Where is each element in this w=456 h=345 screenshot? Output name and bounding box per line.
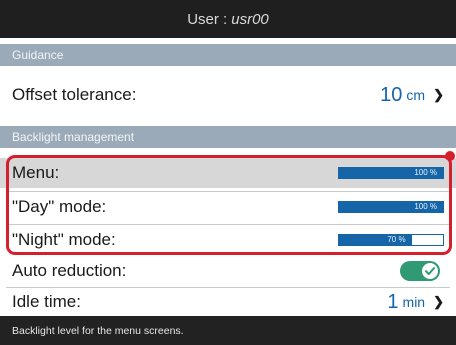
backlight-day-row[interactable]: "Day" mode: 100 % — [0, 192, 456, 222]
idle-time-unit: min — [402, 294, 426, 310]
idle-time-value: 1 — [387, 290, 399, 313]
chevron-right-icon: ❯ — [433, 294, 444, 309]
chevron-right-icon: ❯ — [433, 87, 444, 102]
status-hint: Backlight level for the menu screens. — [12, 324, 184, 337]
slider-percent: 70 % — [387, 235, 406, 244]
section-title: Backlight management — [12, 130, 135, 144]
backlight-day-slider[interactable]: 100 % — [338, 201, 444, 213]
highlight-marker — [445, 151, 455, 161]
slider-percent: 100 % — [414, 202, 437, 211]
idle-time-row[interactable]: Idle time: 1 min ❯ — [0, 288, 456, 316]
backlight-night-row[interactable]: "Night" mode: 70 % — [0, 225, 456, 255]
check-icon — [422, 263, 438, 279]
offset-tolerance-label: Offset tolerance: — [12, 85, 137, 104]
auto-reduction-row[interactable]: Auto reduction: — [0, 256, 456, 286]
backlight-menu-row[interactable]: Menu: 100 % — [0, 158, 456, 188]
offset-tolerance-value: 10 — [380, 83, 403, 106]
backlight-menu-slider[interactable]: 100 % — [338, 167, 444, 179]
section-title: Guidance — [12, 48, 64, 62]
auto-reduction-label: Auto reduction: — [12, 261, 127, 280]
title-bar: User : usr00 — [0, 0, 456, 38]
user-value: usr00 — [231, 10, 269, 28]
status-bar: Backlight level for the menu screens. — [0, 316, 456, 345]
backlight-night-slider[interactable]: 70 % — [338, 234, 444, 246]
user-label: User : — [187, 10, 228, 28]
idle-time-label: Idle time: — [12, 292, 81, 311]
section-header-backlight: Backlight management — [0, 126, 456, 148]
slider-percent: 100 % — [414, 168, 437, 177]
offset-tolerance-row[interactable]: Offset tolerance: 10 cm ❯ — [0, 72, 456, 118]
auto-reduction-toggle[interactable] — [400, 261, 440, 281]
offset-tolerance-unit: cm — [406, 87, 426, 103]
section-header-guidance: Guidance — [0, 44, 456, 66]
